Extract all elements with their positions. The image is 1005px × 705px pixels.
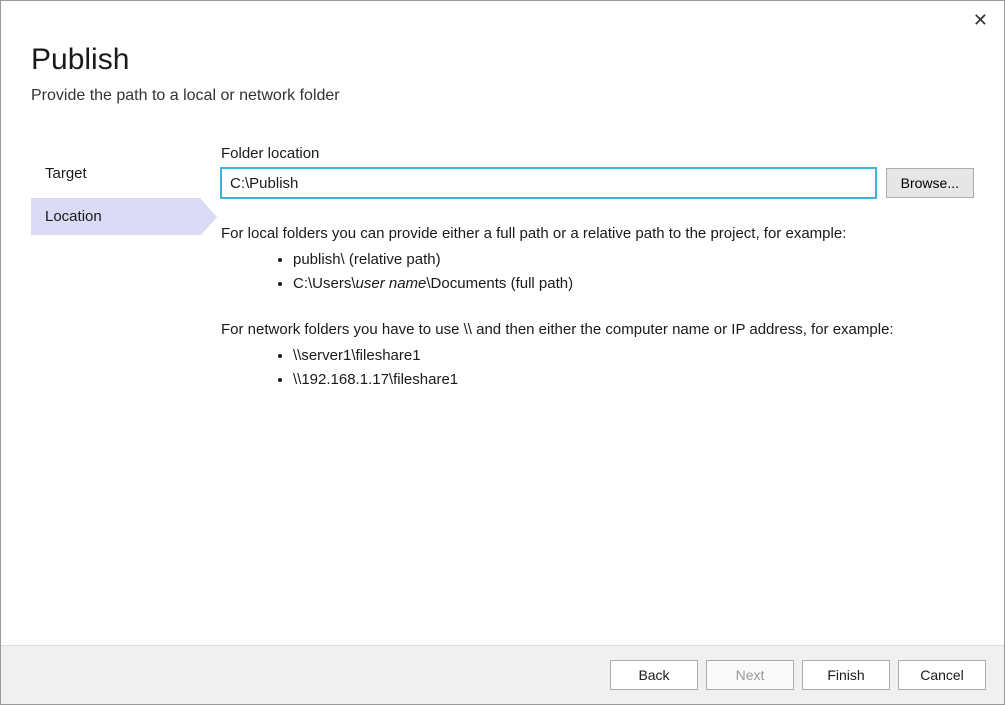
help-local-intro: For local folders you can provide either… bbox=[221, 222, 974, 246]
dialog-footer: Back Next Finish Cancel bbox=[1, 645, 1004, 704]
help-network-example: \\192.168.1.17\fileshare1 bbox=[293, 368, 974, 392]
close-button[interactable]: ✕ bbox=[973, 11, 988, 29]
folder-location-label: Folder location bbox=[221, 145, 974, 162]
main-area: Target Location Folder location Browse..… bbox=[1, 145, 1004, 414]
folder-input-row: Browse... bbox=[221, 168, 974, 198]
cancel-button[interactable]: Cancel bbox=[898, 660, 986, 690]
dialog-title: Publish bbox=[31, 43, 974, 77]
folder-location-input[interactable] bbox=[221, 168, 876, 198]
close-icon: ✕ bbox=[973, 10, 988, 30]
dialog-header: Publish Provide the path to a local or n… bbox=[1, 1, 1004, 125]
next-button: Next bbox=[706, 660, 794, 690]
sidebar-item-label: Location bbox=[45, 208, 102, 225]
help-local-section: For local folders you can provide either… bbox=[221, 222, 974, 296]
back-button[interactable]: Back bbox=[610, 660, 698, 690]
wizard-sidebar: Target Location bbox=[31, 145, 201, 414]
browse-button[interactable]: Browse... bbox=[886, 168, 974, 198]
sidebar-item-label: Target bbox=[45, 165, 87, 182]
sidebar-item-target[interactable]: Target bbox=[31, 155, 201, 192]
finish-button[interactable]: Finish bbox=[802, 660, 890, 690]
help-network-section: For network folders you have to use \\ a… bbox=[221, 318, 974, 392]
help-local-list: publish\ (relative path) C:\Users\user n… bbox=[221, 248, 974, 296]
help-network-list: \\server1\fileshare1 \\192.168.1.17\file… bbox=[221, 344, 974, 392]
help-text: For local folders you can provide either… bbox=[221, 222, 974, 392]
dialog-subtitle: Provide the path to a local or network f… bbox=[31, 87, 974, 105]
help-local-example: C:\Users\user name\Documents (full path) bbox=[293, 272, 974, 296]
help-local-example: publish\ (relative path) bbox=[293, 248, 974, 272]
help-network-example: \\server1\fileshare1 bbox=[293, 344, 974, 368]
help-network-intro: For network folders you have to use \\ a… bbox=[221, 318, 974, 342]
sidebar-item-location[interactable]: Location bbox=[31, 198, 201, 235]
content-panel: Folder location Browse... For local fold… bbox=[201, 145, 974, 414]
